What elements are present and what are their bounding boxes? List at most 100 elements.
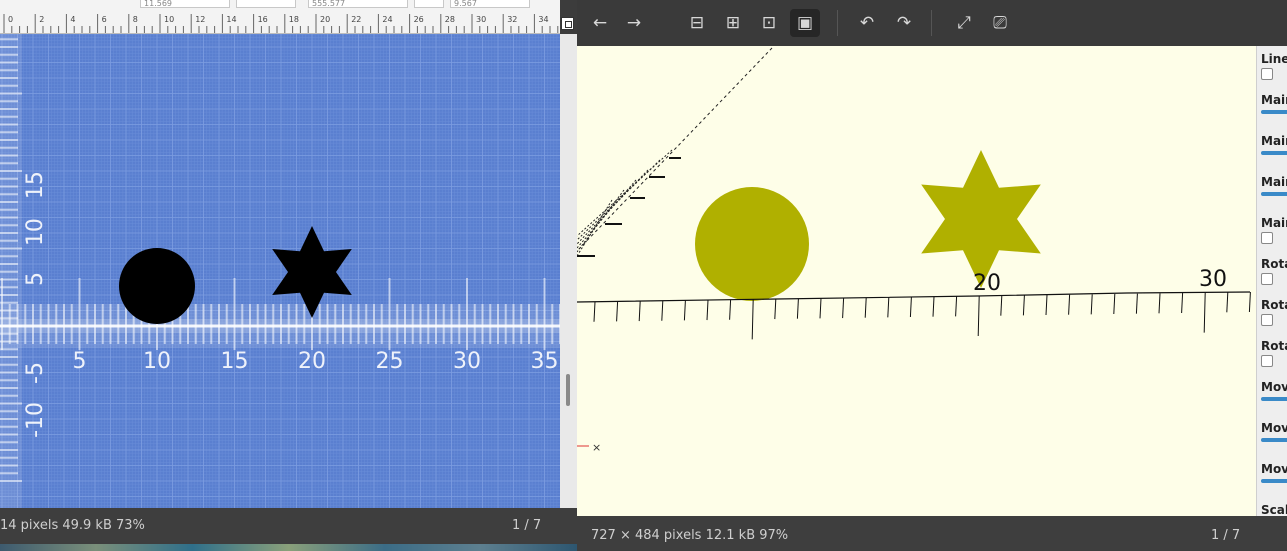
rotate-right-button[interactable]: ↷ — [889, 9, 919, 37]
parameter-slider[interactable] — [1261, 479, 1287, 483]
ruler-tick — [683, 300, 686, 321]
page-counter: 1 / 7 — [1211, 528, 1241, 543]
ruler-tick-label: 22 — [351, 15, 361, 24]
ruler-tick — [1181, 292, 1184, 314]
parameter-item: Main — [1261, 134, 1287, 155]
ruler-tick-label: 20 — [320, 15, 330, 24]
ruler-tick-label: 0 — [8, 15, 13, 24]
origin-marker: × — [592, 441, 601, 454]
best-fit-button[interactable]: ▣ — [790, 9, 820, 37]
left-viewer-window: 024681012141618202224262830323436 11.569… — [0, 0, 577, 551]
ruler-tick-label: 6 — [102, 15, 107, 24]
left-image-canvas[interactable]: 5 10 15 20 25 30 35 15 10 5 -5 -10 — [0, 34, 560, 508]
parameter-checkbox[interactable] — [1261, 314, 1273, 326]
ruler-tick — [751, 299, 754, 340]
width-input[interactable]: 9.567 — [450, 0, 530, 8]
parameter-slider[interactable] — [1261, 151, 1287, 155]
ruler-tick — [661, 300, 664, 321]
vertical-scrollbar[interactable] — [560, 34, 577, 508]
rotate-left-button[interactable]: ↶ — [852, 9, 882, 37]
ruler-baseline — [577, 291, 1251, 303]
parameter-slider[interactable] — [1261, 110, 1287, 114]
ruler-tick — [887, 297, 890, 318]
ruler-tick — [864, 297, 867, 318]
black-circle — [119, 248, 195, 324]
parameter-label: Rota — [1261, 257, 1287, 271]
parameter-checkbox[interactable] — [1261, 355, 1273, 367]
ruler-tick — [1022, 295, 1025, 316]
axis-label-30: 30 — [1199, 267, 1227, 292]
parameter-item: Line — [1261, 52, 1287, 80]
hatch-line — [577, 179, 637, 249]
ruler-tick — [729, 299, 732, 320]
hatch-line — [577, 199, 613, 257]
back-button[interactable]: ← — [585, 9, 615, 37]
page-counter: 1 / 7 — [512, 518, 542, 533]
parameter-label: Move — [1261, 380, 1287, 394]
parameter-slider[interactable] — [1261, 438, 1287, 442]
x-coordinate-input[interactable]: 11.569 — [140, 0, 230, 8]
top-ruler: 024681012141618202224262830323436 11.569… — [0, 0, 577, 34]
rendered-drawing: 20 30 × — [577, 47, 1251, 454]
toolbar-separator — [837, 10, 838, 36]
ruler-tick — [1226, 292, 1229, 313]
ruler-tick — [842, 298, 845, 319]
parameter-checkbox[interactable] — [1261, 232, 1273, 244]
ruler-tick-label: 4 — [70, 15, 75, 24]
y-axis-label: 10 — [23, 218, 48, 246]
parameter-slider[interactable] — [1261, 397, 1287, 401]
ruler-tick — [706, 300, 709, 321]
ruler-tick — [955, 296, 958, 317]
scrollbar-thumb[interactable] — [566, 374, 570, 406]
image-info: 727 × 484 pixels 12.1 kB 97% — [591, 528, 789, 543]
parameter-label: Line — [1261, 52, 1287, 66]
parameter-label: Main — [1261, 134, 1287, 148]
parameter-label: Move — [1261, 421, 1287, 435]
parameter-label: Rota — [1261, 298, 1287, 312]
ruler-tick-label: 8 — [133, 15, 138, 24]
ruler-tick — [796, 298, 799, 319]
ruler-tick — [1045, 294, 1048, 316]
parameter-item: Move — [1261, 421, 1287, 442]
ruler-tick — [1000, 295, 1003, 316]
y-coordinate-input[interactable]: 555.577 — [308, 0, 408, 8]
right-viewer-window: ← → ⊟ ⊞ ⊡ ▣ ↶ ↷ ⤢ ⎚ 20 30 × Line Main Main Ma… — [577, 0, 1287, 551]
fullscreen-button[interactable]: ⤢ — [949, 9, 979, 37]
parameter-item: Rota — [1261, 339, 1287, 367]
parameter-item: Main — [1261, 93, 1287, 114]
x-axis-label: 35 — [531, 349, 559, 374]
toolbar-separator — [931, 10, 932, 36]
parameter-item: Main — [1261, 216, 1287, 244]
ruler-tick-label: 2 — [39, 15, 44, 24]
parameter-item: Main — [1261, 175, 1287, 196]
ruler-tick — [1135, 293, 1138, 314]
parameter-item: Move — [1261, 462, 1287, 483]
parameter-checkbox[interactable] — [1261, 68, 1273, 80]
parameter-checkbox[interactable] — [1261, 273, 1273, 285]
blueprint-drawing: 5 10 15 20 25 30 35 15 10 5 -5 -10 — [0, 34, 560, 508]
ruler-corner-button[interactable] — [561, 17, 574, 30]
ruler-tick — [1248, 291, 1251, 313]
x-axis-label: 20 — [298, 349, 326, 374]
zoom-in-button[interactable]: ⊞ — [718, 9, 748, 37]
parameter-slider[interactable] — [1261, 192, 1287, 196]
y-axis-label: 5 — [23, 272, 48, 286]
right-image-canvas[interactable]: 20 30 × — [577, 46, 1256, 516]
ruler-tick-label: 16 — [258, 15, 268, 24]
ruler-tick — [977, 296, 980, 337]
x-stepper[interactable] — [236, 0, 296, 8]
slideshow-button[interactable]: ⎚ — [985, 9, 1015, 37]
y-stepper[interactable] — [414, 0, 444, 8]
ruler-tick — [593, 301, 596, 322]
parameter-label: Main — [1261, 216, 1287, 230]
zoom-out-button[interactable]: ⊟ — [682, 9, 712, 37]
ruler-tick-label: 18 — [289, 15, 299, 24]
parameter-label: Main — [1261, 93, 1287, 107]
parameter-label: Scal — [1261, 503, 1287, 516]
x-axis-label: 15 — [221, 349, 249, 374]
ruler-tick-label: 12 — [195, 15, 205, 24]
zoom-original-button[interactable]: ⊡ — [754, 9, 784, 37]
right-status-bar: 727 × 484 pixels 12.1 kB 97% 1 / 7 — [577, 516, 1287, 551]
ruler-tick — [1068, 294, 1071, 315]
forward-button[interactable]: → — [619, 9, 649, 37]
